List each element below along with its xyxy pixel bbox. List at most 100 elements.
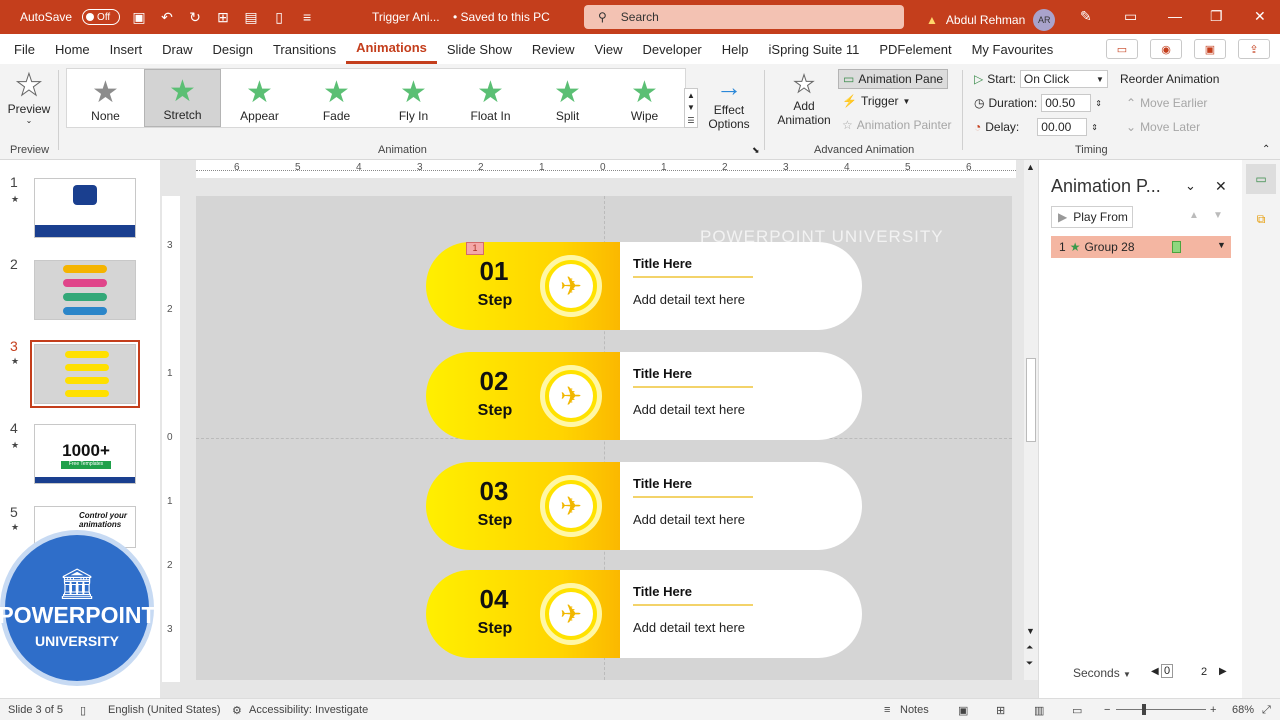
delay-input[interactable]: 00.00	[1037, 118, 1088, 136]
preview-button[interactable]: ★ Preview ⌄	[6, 69, 52, 125]
step-group-1[interactable]: 1 01 Step ✈ Title Here Add detail text h…	[426, 242, 862, 330]
thumb-slide-1[interactable]	[34, 178, 136, 238]
undo-icon[interactable]: ↶	[158, 8, 176, 26]
more-icon[interactable]: ☰	[687, 116, 694, 125]
record-icon[interactable]: ◉	[1150, 39, 1182, 59]
image-icon[interactable]: ▤	[242, 8, 260, 26]
step-group-2[interactable]: 02 Step ✈ Title Here Add detail text her…	[426, 352, 862, 440]
tab-home[interactable]: Home	[45, 34, 100, 64]
trigger-button[interactable]: ⚡ Trigger ▼	[842, 94, 910, 108]
scroll-thumb[interactable]	[1026, 358, 1036, 442]
tab-design[interactable]: Design	[203, 34, 263, 64]
normal-view-icon[interactable]: ▣	[958, 704, 968, 717]
anim-appear[interactable]: ★ Appear	[221, 69, 298, 127]
slide-canvas[interactable]: POWERPOINT UNIVERSITY 1 01 Step ✈ Title …	[196, 196, 1012, 680]
previous-slide-icon[interactable]: ⏶	[1026, 642, 1033, 653]
step-group-4[interactable]: 04 Step ✈ Title Here Add detail text her…	[426, 570, 862, 658]
customize-icon[interactable]: ≡	[298, 8, 316, 26]
anim-fade[interactable]: ★ Fade	[298, 69, 375, 127]
anim-none[interactable]: ★ None	[67, 69, 144, 127]
tab-transitions[interactable]: Transitions	[263, 34, 346, 64]
seconds-dropdown[interactable]: Seconds ▼	[1073, 666, 1131, 680]
tab-developer[interactable]: Developer	[633, 34, 712, 64]
thumb-slide-4[interactable]: 1000+ Free Templates	[34, 424, 136, 484]
notes-check-icon[interactable]: ▯	[80, 704, 86, 717]
maximize-icon[interactable]: ❐	[1210, 8, 1223, 25]
thumb-slide-3[interactable]	[30, 340, 140, 408]
file-icon[interactable]: ▯	[270, 8, 288, 26]
tab-draw[interactable]: Draw	[152, 34, 202, 64]
tab-pdfelement[interactable]: PDFelement	[869, 34, 961, 64]
notes-button[interactable]: Notes	[900, 704, 929, 716]
next-slide-icon[interactable]: ⏷	[1026, 658, 1033, 669]
share-icon[interactable]: ⇪	[1238, 39, 1270, 59]
reading-view-icon[interactable]: ▥	[1034, 704, 1044, 717]
zoom-thumb[interactable]	[1142, 704, 1146, 715]
move-down-icon[interactable]: ▼	[1213, 210, 1223, 221]
tab-slide-show[interactable]: Slide Show	[437, 34, 522, 64]
chevron-down-icon[interactable]: ▼	[1217, 240, 1226, 250]
zoom-out-icon[interactable]: −	[1104, 704, 1110, 716]
search-box[interactable]: ⚲ Search	[584, 5, 904, 29]
animation-painter-button[interactable]: ☆ Animation Painter	[842, 118, 951, 132]
timeline-left-icon[interactable]: ◀	[1151, 666, 1159, 677]
thumb-slide-2[interactable]	[34, 260, 136, 320]
tab-review[interactable]: Review	[522, 34, 585, 64]
duration-input[interactable]: 00.50	[1041, 94, 1092, 112]
present-icon[interactable]: ⊞	[214, 8, 232, 26]
fit-slide-icon[interactable]: ⤢	[1262, 704, 1271, 717]
step-group-3[interactable]: 03 Step ✈ Title Here Add detail text her…	[426, 462, 862, 550]
chevron-up-icon[interactable]: ▲	[687, 91, 695, 100]
tab-animations[interactable]: Animations	[346, 34, 437, 64]
add-animation-button[interactable]: ★ Add Animation	[772, 70, 836, 128]
animation-item[interactable]: 1 ★ Group 28 ▼	[1051, 236, 1231, 258]
present-teams-icon[interactable]: ▣	[1194, 39, 1226, 59]
pen-icon[interactable]: ✎	[1080, 8, 1092, 25]
anim-stretch[interactable]: ★ Stretch	[144, 69, 221, 127]
zoom-in-icon[interactable]: +	[1210, 704, 1216, 716]
animation-pane-icon[interactable]: ▭	[1246, 164, 1276, 194]
tab-view[interactable]: View	[585, 34, 633, 64]
move-earlier-button[interactable]: ⌃ Move Earlier	[1126, 96, 1207, 110]
language[interactable]: English (United States)	[108, 704, 221, 716]
user-account[interactable]: ▲ Abdul Rehman AR	[926, 9, 1056, 31]
slideshow-icon[interactable]: ▭	[1072, 704, 1082, 717]
scroll-down-icon[interactable]: ▼	[1026, 626, 1035, 636]
anim-float-in[interactable]: ★ Float In	[452, 69, 529, 127]
collapse-ribbon-icon[interactable]: ⌃	[1262, 144, 1270, 155]
animation-badge[interactable]: 1	[466, 242, 484, 255]
timeline-right-icon[interactable]: ▶	[1219, 666, 1227, 677]
zoom-level[interactable]: 68%	[1232, 704, 1254, 716]
vertical-scrollbar[interactable]: ▲ ▼ ⏶ ⏷	[1024, 160, 1038, 680]
autosave-toggle[interactable]: Off	[82, 9, 121, 25]
tab-help[interactable]: Help	[712, 34, 759, 64]
anim-split[interactable]: ★ Split	[529, 69, 606, 127]
tab-file[interactable]: File	[4, 34, 45, 64]
slide-sorter-icon[interactable]: ⊞	[996, 704, 1005, 717]
redo-icon[interactable]: ↻	[186, 8, 204, 26]
zoom-slider[interactable]	[1116, 709, 1206, 710]
anim-wipe[interactable]: ★ Wipe	[606, 69, 683, 127]
comments-icon[interactable]: ▭	[1106, 39, 1138, 59]
play-from-button[interactable]: ▶ Play From	[1051, 206, 1133, 228]
animation-pane-button[interactable]: ▭ Animation Pane	[838, 69, 949, 89]
save-icon[interactable]: ▣	[130, 8, 148, 26]
ribbon-display-icon[interactable]: ▭	[1124, 8, 1137, 25]
timing-bar[interactable]	[1172, 241, 1181, 253]
minimize-icon[interactable]: —	[1168, 8, 1182, 24]
scroll-up-icon[interactable]: ▲	[1026, 162, 1035, 172]
dialog-launcher-icon[interactable]: ⬊	[752, 145, 760, 156]
spinner-icon[interactable]: ⇕	[1095, 99, 1102, 108]
move-later-button[interactable]: ⌄ Move Later	[1126, 120, 1200, 134]
effect-options-button[interactable]: → Effect Options	[704, 72, 754, 131]
close-pane-icon[interactable]: ✕	[1215, 178, 1227, 195]
chevron-down-icon[interactable]: ▼	[687, 103, 695, 112]
start-select[interactable]: On Click ▼	[1019, 70, 1108, 88]
selection-pane-icon[interactable]: ⧉	[1246, 204, 1276, 234]
anim-fly-in[interactable]: ★ Fly In	[375, 69, 452, 127]
tab-my-favourites[interactable]: My Favourites	[962, 34, 1064, 64]
tab-ispring[interactable]: iSpring Suite 11	[759, 34, 870, 64]
move-up-icon[interactable]: ▲	[1189, 210, 1199, 221]
close-icon[interactable]: ✕	[1254, 8, 1266, 25]
spinner-icon[interactable]: ⇕	[1091, 123, 1098, 132]
